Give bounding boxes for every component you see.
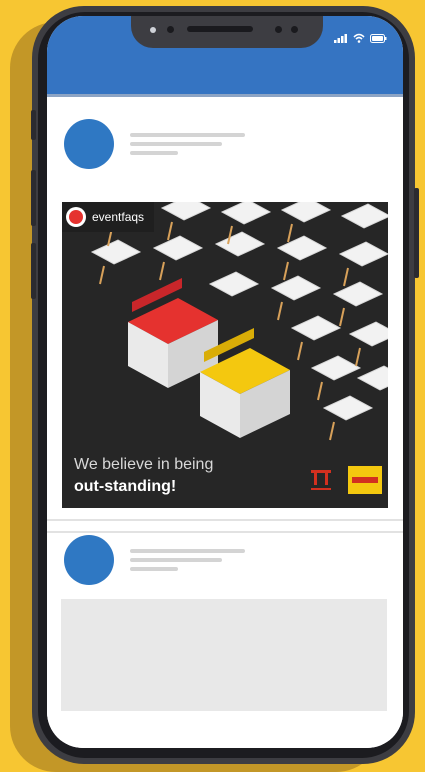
feed[interactable]: eventfaqs We believe in being out-standi… [47, 97, 403, 748]
volume-down-button [31, 243, 36, 299]
notch [131, 16, 323, 48]
feed-post [47, 533, 403, 748]
feed-post: eventfaqs We believe in being out-standi… [47, 97, 403, 517]
proximity-sensor [167, 26, 174, 33]
wifi-icon [353, 33, 365, 43]
phone-screen: eventfaqs We believe in being out-standi… [47, 16, 403, 748]
post-subtitle-placeholder [130, 142, 222, 146]
status-bar [334, 33, 387, 43]
post-author-placeholder [130, 549, 245, 553]
mute-switch [31, 110, 36, 140]
post-author-placeholder [130, 133, 245, 137]
post-meta-placeholder [130, 151, 178, 155]
volume-up-button [31, 170, 36, 226]
sponsor-logo-yellow-icon [348, 466, 382, 494]
post-image[interactable]: eventfaqs We believe in being out-standi… [62, 202, 388, 508]
sponsor-logo-red-icon [311, 470, 331, 490]
account-name: eventfaqs [92, 210, 145, 224]
post-subtitle-placeholder [130, 558, 222, 562]
post-image-placeholder[interactable] [61, 599, 387, 711]
battery-icon [370, 33, 387, 43]
tagline-line1: We believe in being [74, 456, 214, 473]
signal-bars-icon [334, 33, 347, 43]
account-tag[interactable]: eventfaqs [62, 202, 155, 232]
post-meta-placeholder [130, 567, 178, 571]
avatar[interactable] [64, 535, 114, 585]
earpiece-speaker [187, 26, 253, 32]
power-button [414, 188, 419, 278]
post-divider [47, 519, 403, 521]
front-camera [275, 26, 282, 33]
eventfaqs-logo-icon [66, 207, 86, 227]
app-header [47, 16, 403, 97]
face-sensor [291, 26, 298, 33]
front-camera-indicator [150, 27, 156, 33]
avatar[interactable] [64, 119, 114, 169]
tagline-line2: out-standing! [74, 478, 177, 495]
